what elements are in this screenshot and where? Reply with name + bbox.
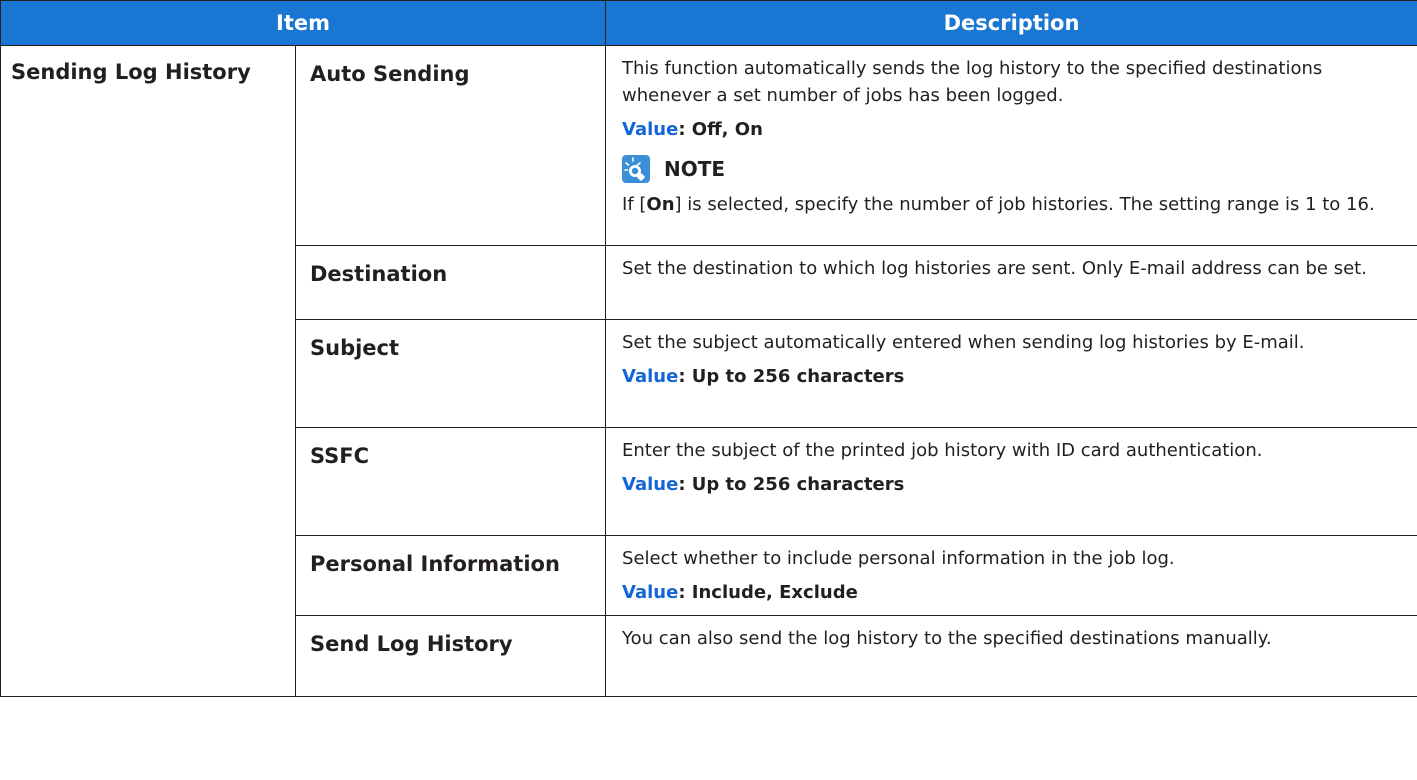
note-text-after: ] is selected, specify the number of job… — [674, 194, 1375, 215]
note-text-before: If [ — [622, 194, 647, 215]
note-heading: NOTE — [622, 155, 1403, 183]
note-text: If [On] is selected, specify the number … — [622, 191, 1403, 218]
value-key: Value — [622, 474, 679, 495]
description-text: You can also send the log history to the… — [622, 628, 1272, 649]
value-line: Value: Include, Exclude — [622, 579, 1403, 606]
header-row: Item Description — [0, 0, 1417, 46]
item-description: You can also send the log history to the… — [605, 615, 1417, 697]
table-header: Item Description — [0, 0, 1417, 46]
value-key: Value — [622, 366, 679, 387]
value-line: Value: Up to 256 characters — [622, 471, 1403, 498]
item-name: Auto Sending — [294, 45, 607, 246]
item-name: Subject — [294, 319, 607, 428]
item-description: Set the subject automatically entered wh… — [605, 319, 1417, 428]
description-text: This function automatically sends the lo… — [622, 58, 1323, 106]
item-description: Select whether to include personal infor… — [605, 535, 1417, 616]
note-bulb-icon — [622, 155, 651, 183]
item-description: Enter the subject of the printed job his… — [605, 427, 1417, 536]
table-row: Sending Log History Auto Sending This fu… — [0, 45, 1417, 697]
value-key: Value — [622, 119, 679, 140]
value-key: Value — [622, 582, 679, 603]
value-text: : Up to 256 characters — [678, 366, 905, 387]
value-text: : Up to 256 characters — [678, 474, 905, 495]
note-text-bold: On — [646, 194, 675, 215]
value-text: : Off, On — [678, 119, 763, 140]
header-description: Description — [605, 0, 1417, 46]
group-label: Sending Log History — [0, 45, 296, 697]
settings-table: Item Description Sending Log History Aut… — [0, 0, 1417, 697]
item-name: SSFC — [294, 427, 607, 536]
description-text: Select whether to include personal infor… — [622, 548, 1175, 569]
table-body: Sending Log History Auto Sending This fu… — [0, 45, 1417, 697]
note-label: NOTE — [664, 156, 726, 181]
item-description: Set the destination to which log histori… — [605, 245, 1417, 320]
value-text: : Include, Exclude — [678, 582, 858, 603]
item-description: This function automatically sends the lo… — [605, 45, 1417, 246]
description-text: Enter the subject of the printed job his… — [622, 440, 1263, 461]
description-text: Set the subject automatically entered wh… — [622, 332, 1305, 353]
value-line: Value: Off, On — [622, 116, 1403, 143]
item-name: Destination — [294, 245, 607, 320]
item-name: Send Log History — [294, 615, 607, 697]
description-text: Set the destination to which log histori… — [622, 258, 1367, 279]
item-name: Personal Information — [294, 535, 607, 616]
header-item: Item — [0, 0, 607, 46]
value-line: Value: Up to 256 characters — [622, 363, 1403, 390]
